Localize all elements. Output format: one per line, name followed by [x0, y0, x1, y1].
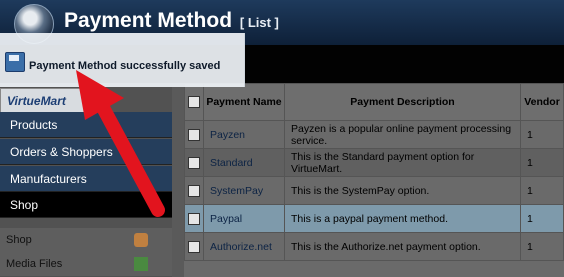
row-checkbox[interactable] [188, 184, 200, 197]
media-files-icon [134, 257, 148, 271]
vendor-value: 1 [520, 148, 564, 177]
vendor-value: 1 [520, 120, 564, 149]
vendor-value: 1 [520, 204, 564, 233]
table-row: SystemPay This is the SystemPay option. … [184, 176, 564, 205]
payment-methods-table: Payment Name Payment Description Vendor … [184, 83, 564, 277]
success-notification: Payment Method successfully saved [0, 33, 245, 87]
floppy-disk-icon [5, 52, 25, 72]
payment-description: This is the Standard payment option for … [284, 148, 521, 177]
menu-shop[interactable]: Shop [0, 192, 172, 218]
vendor-value: 1 [520, 232, 564, 261]
submenu-shop[interactable]: Shop [0, 228, 172, 252]
vendor-value: 1 [520, 176, 564, 205]
notification-message: Payment Method successfully saved [29, 60, 221, 72]
payment-description: Payzen is a popular online payment proce… [284, 120, 521, 149]
row-checkbox[interactable] [188, 240, 200, 253]
table-row: Authorize.net This is the Authorize.net … [184, 232, 564, 261]
shop-icon [134, 233, 148, 247]
table-row: Standard This is the Standard payment op… [184, 148, 564, 177]
menu-orders-shoppers[interactable]: Orders & Shoppers [0, 139, 172, 165]
payment-description: This is a paypal payment method. [284, 204, 521, 233]
payment-name-link[interactable]: SystemPay [203, 176, 285, 205]
menu-manufacturers[interactable]: Manufacturers [0, 166, 172, 192]
payment-name-link[interactable]: Standard [203, 148, 285, 177]
column-header-vendor: Vendor [520, 83, 564, 121]
payment-name-link[interactable]: Authorize.net [203, 232, 285, 261]
submenu-label: Shop [6, 234, 32, 246]
table-row: Payzen Payzen is a popular online paymen… [184, 120, 564, 149]
page-title: Payment Method [ List ] [64, 9, 279, 32]
menu-products[interactable]: Products [0, 112, 172, 138]
column-header-description: Payment Description [284, 83, 521, 121]
select-all-header [184, 83, 204, 121]
row-checkbox[interactable] [188, 156, 200, 169]
payment-description: This is the Authorize.net payment option… [284, 232, 521, 261]
submenu-media-files[interactable]: Media Files [0, 252, 172, 276]
payment-description: This is the SystemPay option. [284, 176, 521, 205]
page-subtitle: [ List ] [239, 15, 279, 30]
row-checkbox[interactable] [188, 128, 200, 141]
payment-name-link[interactable]: Payzen [203, 120, 285, 149]
select-all-checkbox[interactable] [188, 96, 200, 109]
column-header-name[interactable]: Payment Name [203, 83, 285, 121]
payment-name-link[interactable]: Paypal [203, 204, 285, 233]
row-checkbox[interactable] [188, 212, 200, 225]
submenu-label: Media Files [6, 258, 63, 270]
table-row-highlighted: Paypal This is a paypal payment method. … [184, 204, 564, 233]
